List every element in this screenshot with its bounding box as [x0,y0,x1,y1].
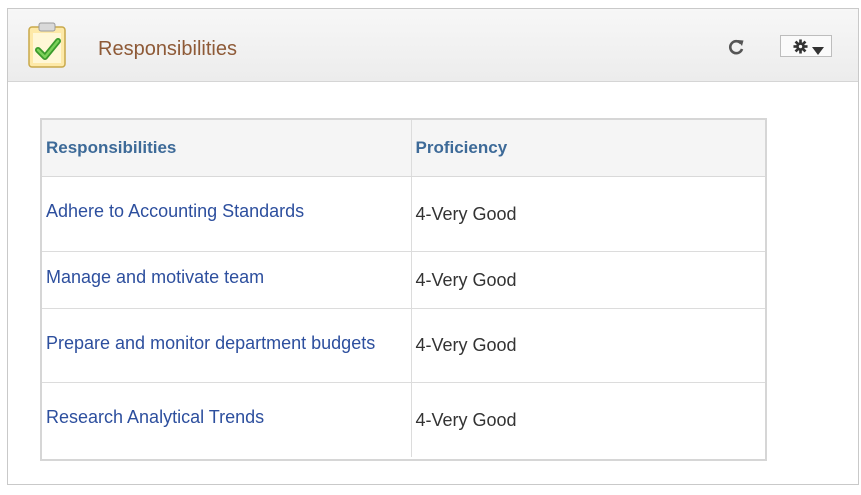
proficiency-cell: 4-Very Good [410,308,765,383]
responsibilities-grid: Responsibilities Proficiency Adhere to A… [40,118,767,461]
pagelet-header: Responsibilities [8,9,858,82]
responsibility-link[interactable]: Manage and motivate team [46,267,264,287]
responsibility-link[interactable]: Adhere to Accounting Standards [46,201,304,221]
responsibilities-pagelet: Responsibilities Responsibilities Profic… [7,8,859,485]
clipboard-check-icon [26,21,70,71]
responsibility-link[interactable]: Prepare and monitor department budgets [46,333,375,353]
gear-icon [793,39,808,59]
settings-menu-button[interactable] [780,35,832,57]
table-row: Adhere to Accounting Standards 4-Very Go… [42,176,765,252]
proficiency-cell: 4-Very Good [410,176,765,252]
responsibility-cell: Research Analytical Trends [42,382,411,457]
column-header-responsibilities: Responsibilities [42,120,411,177]
refresh-icon[interactable] [726,37,746,57]
table-row: Research Analytical Trends 4-Very Good [42,382,765,457]
responsibility-cell: Prepare and monitor department budgets [42,308,411,383]
table-row: Prepare and monitor department budgets 4… [42,308,765,383]
caret-down-icon [812,42,824,60]
responsibility-cell: Manage and motivate team [42,251,411,309]
table-row: Manage and motivate team 4-Very Good [42,251,765,309]
grid-header-row: Responsibilities Proficiency [42,120,765,177]
responsibility-link[interactable]: Research Analytical Trends [46,407,264,427]
proficiency-cell: 4-Very Good [410,382,765,457]
responsibility-cell: Adhere to Accounting Standards [42,176,411,252]
pagelet-title: Responsibilities [98,38,237,60]
column-header-proficiency: Proficiency [410,120,765,177]
proficiency-cell: 4-Very Good [410,251,765,309]
